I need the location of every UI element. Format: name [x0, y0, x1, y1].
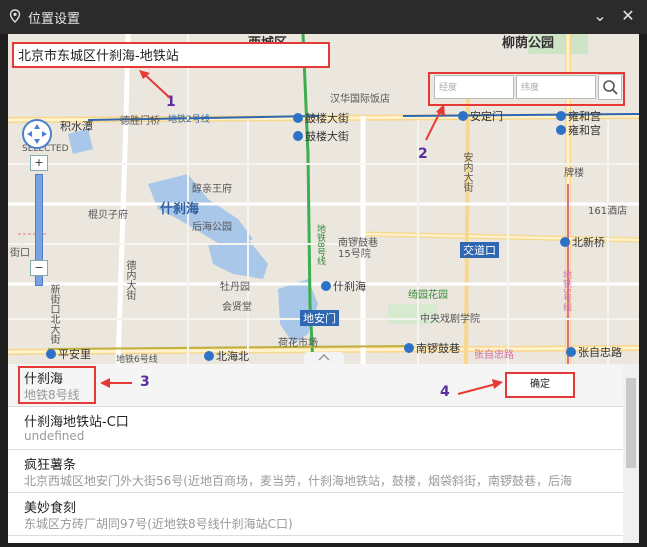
map-label-gulou-street: 鼓楼大街: [293, 128, 349, 144]
map-label-hotel161: 161酒店: [588, 206, 628, 217]
subway-icon: [293, 131, 303, 141]
map-label-shichahai-station: 什刹海: [321, 278, 366, 294]
annotation-arrow-1: [139, 70, 171, 99]
map-label-xinjiekou: 新街口北大街: [48, 284, 59, 344]
map-label-yonghegong-2: 雍和宫: [556, 122, 601, 138]
map-label-huixianguan: 会贤堂: [222, 302, 252, 313]
subway-icon: [556, 125, 566, 135]
result-subtitle: 北京西城区地安门外大街56号(近地百商场，麦当劳，什刹海地铁站，鼓楼，烟袋斜街，…: [24, 474, 572, 488]
minimize-button[interactable]: ⌄: [590, 6, 610, 26]
map-label-line5: 地铁5号线: [561, 270, 571, 312]
map-label-beihaibei: 北海北: [204, 348, 249, 364]
map-label-shichahai-area: 什刹海: [160, 202, 200, 217]
zoom-out-button[interactable]: −: [30, 260, 48, 276]
map-label-dianmen: 地安门: [300, 310, 339, 326]
search-icon: [603, 80, 618, 95]
map-label-anneidajie: 安内大街: [461, 152, 472, 192]
window-title: 位置设置: [28, 12, 81, 27]
map-label-andingmen: 安定门: [458, 108, 503, 124]
map-label-pinganli: 平安里: [46, 346, 91, 362]
collapse-list-toggle[interactable]: [304, 352, 344, 364]
close-button[interactable]: ✕: [618, 6, 638, 26]
map-label-zhangzizhonglu: 张自忠路: [474, 350, 514, 361]
map-label-zhangzizhong-station: 张自忠路: [566, 344, 622, 360]
chevron-up-icon: [318, 353, 330, 361]
annotation-arrow-3: [100, 378, 132, 388]
annotation-4: 4: [440, 384, 450, 400]
result-subtitle: undefined: [24, 429, 85, 443]
subway-icon: [556, 111, 566, 121]
title-bar: 位置设置 ⌄ ✕: [0, 0, 647, 34]
list-item[interactable]: 美妙食刻 东城区方砖厂胡同97号(近地铁8号线什刹海站C口): [8, 493, 623, 536]
subway-icon: [293, 113, 303, 123]
result-subtitle: 东城区方砖厂胡同97号(近地铁8号线什刹海站C口): [24, 517, 293, 531]
subway-icon: [204, 351, 214, 361]
subway-icon: [566, 347, 576, 357]
map-label-zhongyangxiju: 中央戏剧学院: [420, 314, 480, 325]
map-label-nanluoguxiang-station: 南锣鼓巷: [404, 340, 460, 356]
map-label-mudanyuan: 牡丹园: [220, 282, 250, 293]
longitude-input[interactable]: 经度: [434, 75, 514, 99]
address-display[interactable]: 北京市东城区什刹海-地铁站: [12, 42, 330, 68]
map-label-paizhou: 牌楼: [564, 168, 584, 179]
zoom-in-button[interactable]: +: [30, 155, 48, 171]
map-label-park: 柳荫公园: [502, 36, 555, 51]
subway-icon: [321, 281, 331, 291]
map-label-deshengmenwai: 德内大街: [124, 260, 135, 300]
subway-icon: [560, 237, 570, 247]
map-label-houhaipark: 后海公园: [192, 222, 232, 233]
map-label-deshengmen: 德胜门桥: [120, 116, 160, 127]
map-label-line2: 地铁2号线: [168, 115, 210, 125]
location-pin-icon: [9, 9, 21, 23]
subway-icon: [404, 343, 414, 353]
map-label-guanbeizi: 棍贝子府: [88, 210, 128, 221]
list-item[interactable]: 疯狂薯条 北京西城区地安门外大街56号(近地百商场，麦当劳，什刹海地铁站，鼓楼，…: [8, 450, 623, 493]
list-scrollbar[interactable]: [623, 364, 639, 543]
scrollbar-thumb[interactable]: [626, 378, 636, 468]
result-name: 美妙食刻: [24, 501, 77, 516]
annotation-arrow-2: [425, 104, 445, 141]
selection-highlight: [18, 366, 96, 404]
map-label-hanhua: 汉华国际饭店: [330, 94, 390, 105]
annotation-arrow-4: [457, 379, 503, 395]
map-label-line6: 地铁6号线: [116, 355, 158, 364]
annotation-2: 2: [418, 146, 428, 162]
map-label-jiekou: 街口: [10, 248, 30, 259]
map-label-line8: 地铁8号线: [315, 224, 325, 266]
confirm-button[interactable]: 确定: [505, 372, 575, 398]
map-label-qicaihuayuan: 绮园花园: [408, 290, 448, 301]
coords-search-button[interactable]: [598, 74, 622, 100]
map-label-jingjiwangfu: 醇亲王府: [192, 184, 232, 195]
map-label-nanluogu: 南锣鼓巷 15号院: [338, 238, 378, 260]
list-item[interactable]: 什刹海地铁站-C口 undefined: [8, 407, 623, 450]
subway-icon: [46, 349, 56, 359]
result-list: 什刹海 地铁8号线 3 确定 4 什刹海地铁站-C口 undefined 疯狂薯…: [8, 364, 623, 543]
list-item[interactable]: 什刹海 地铁8号线 3 确定 4: [8, 364, 623, 407]
map-label-hehuashichang: 荷花市场: [278, 338, 318, 349]
result-name: 什刹海地铁站-C口: [24, 415, 129, 430]
subway-icon: [458, 111, 468, 121]
dialog-content: 西城区 柳荫公园 SELECTED 积水潭 德胜门桥 地铁2号线 汉华国际饭店 …: [8, 34, 639, 543]
map-label-jiaodaokou: 交道口: [460, 242, 499, 258]
latitude-input[interactable]: 纬度: [516, 75, 596, 99]
map-view[interactable]: 西城区 柳荫公园 SELECTED 积水潭 德胜门桥 地铁2号线 汉华国际饭店 …: [8, 34, 639, 364]
map-label-jishuitan: 积水潭: [60, 120, 93, 133]
map-label-beixinqiao: 北新桥: [560, 234, 605, 250]
result-name: 疯狂薯条: [24, 458, 77, 473]
pan-arrows-icon: [27, 124, 47, 144]
annotation-3: 3: [140, 374, 150, 390]
map-label-guloudajie: 鼓楼大街: [293, 110, 349, 126]
map-pan-control[interactable]: [22, 119, 52, 149]
